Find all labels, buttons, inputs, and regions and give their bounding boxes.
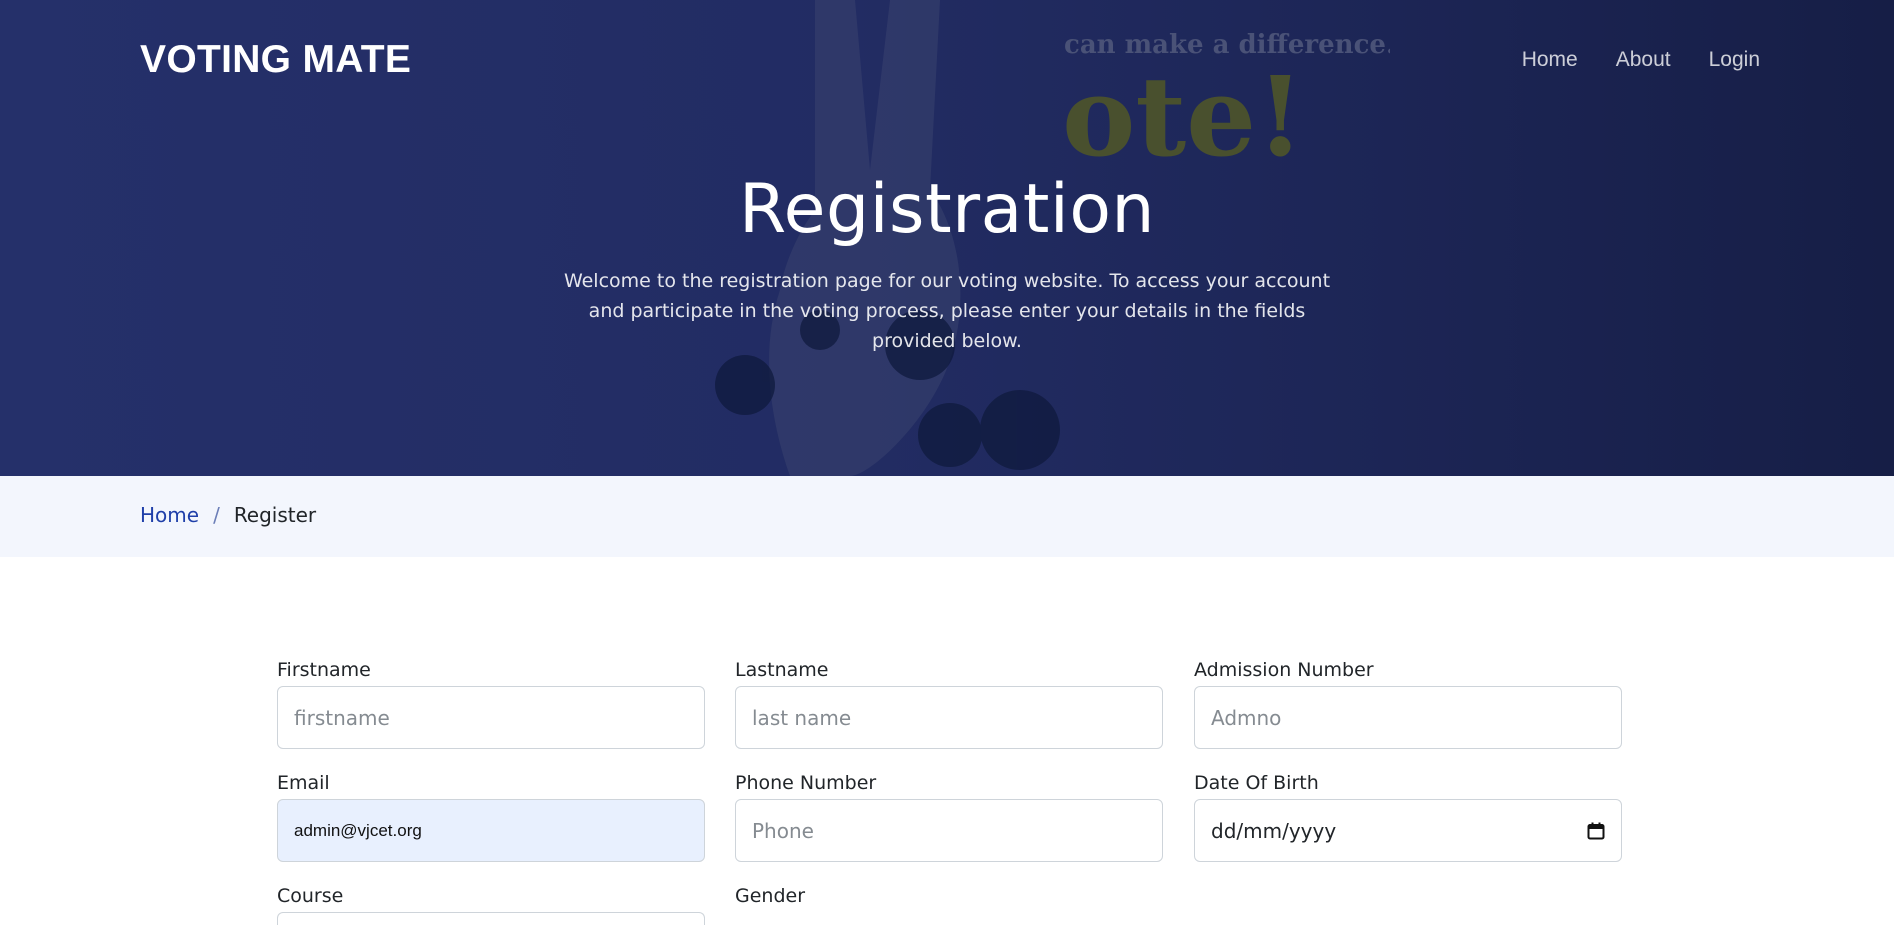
- dob-label: Date Of Birth: [1194, 772, 1319, 794]
- nav-home[interactable]: Home: [1522, 48, 1578, 72]
- lastname-input-box: [735, 686, 1163, 749]
- course-label: Course: [277, 885, 344, 907]
- course-group: Course: [277, 883, 705, 925]
- dob-group: Date Of Birth dd/mm/yyyy: [1194, 770, 1622, 862]
- page-description: Welcome to the registration page for our…: [563, 270, 1331, 352]
- hero-banner: can make a difference... ote! VOTING MAT…: [0, 0, 1894, 476]
- firstname-input[interactable]: [294, 705, 688, 730]
- gender-group: Gender: [735, 883, 1163, 909]
- lastname-input[interactable]: [752, 705, 1146, 730]
- firstname-input-box: [277, 686, 705, 749]
- main-nav: Home About Login: [1522, 48, 1760, 72]
- admission-label: Admission Number: [1194, 659, 1374, 681]
- email-label: Email: [277, 772, 330, 794]
- photo-slogan-large: ote!: [1062, 52, 1304, 181]
- admission-input-box: [1194, 686, 1622, 749]
- lastname-label: Lastname: [735, 659, 829, 681]
- breadcrumb-separator: /: [213, 503, 220, 527]
- breadcrumb-home-link[interactable]: Home: [140, 503, 199, 527]
- phone-label: Phone Number: [735, 772, 877, 794]
- admission-group: Admission Number: [1194, 657, 1622, 749]
- lastname-group: Lastname: [735, 657, 1163, 749]
- phone-input[interactable]: [752, 818, 1146, 843]
- firstname-group: Firstname: [277, 657, 705, 749]
- nav-about[interactable]: About: [1616, 48, 1671, 72]
- phone-input-box: [735, 799, 1163, 862]
- dob-placeholder: dd/mm/yyyy: [1211, 818, 1337, 843]
- brand-logo[interactable]: VOTING MATE: [140, 38, 411, 82]
- breadcrumb-current: Register: [233, 503, 317, 527]
- phone-group: Phone Number: [735, 770, 1163, 862]
- breadcrumb: Home / Register: [140, 503, 316, 527]
- email-input-box: [277, 799, 705, 862]
- email-input[interactable]: [294, 820, 688, 841]
- gender-label: Gender: [735, 885, 806, 907]
- admission-input[interactable]: [1211, 705, 1605, 730]
- calendar-icon[interactable]: [1587, 822, 1605, 840]
- firstname-label: Firstname: [277, 659, 371, 681]
- dob-input[interactable]: dd/mm/yyyy: [1194, 799, 1622, 862]
- nav-login[interactable]: Login: [1709, 48, 1760, 72]
- email-group: Email: [277, 770, 705, 862]
- page-title: Registration: [738, 170, 1156, 249]
- course-select[interactable]: [277, 912, 705, 925]
- breadcrumb-bar: Home / Register: [0, 476, 1894, 557]
